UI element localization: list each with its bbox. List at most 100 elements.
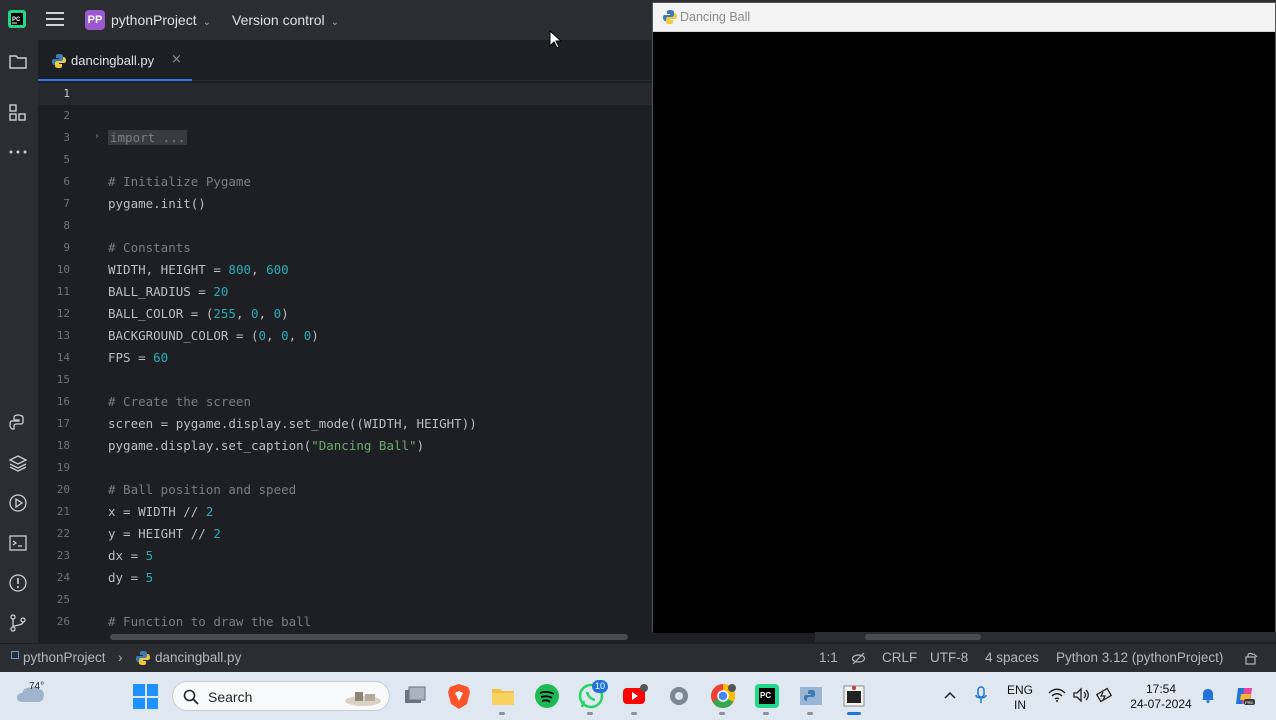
line-number: 12 (56, 307, 70, 320)
code-token: BALL_COLOR = ( (108, 306, 214, 321)
active-app-indicator (847, 712, 861, 715)
code-token: 60 (153, 350, 169, 365)
youtube-icon[interactable] (621, 682, 649, 710)
pygame-window[interactable]: Dancing Ball (652, 2, 1276, 633)
language-line1[interactable]: ENG (1004, 683, 1036, 697)
line-number: 5 (63, 153, 70, 166)
version-control-menu[interactable]: Version control ⌄ (232, 12, 339, 28)
python-app-icon[interactable] (797, 682, 825, 710)
problems-icon[interactable] (8, 573, 28, 593)
code-line: BALL_RADIUS = 20 (108, 281, 228, 303)
file-encoding[interactable]: UTF-8 (930, 650, 968, 665)
chevron-up-icon[interactable] (943, 689, 957, 701)
python-console-icon[interactable] (8, 413, 28, 433)
python-interpreter[interactable]: Python 3.12 (pythonProject) (1056, 650, 1223, 665)
breadcrumb-project[interactable]: pythonProject (23, 650, 106, 665)
line-ending[interactable]: CRLF (882, 650, 917, 665)
horizontal-scrollbar[interactable] (815, 632, 1276, 642)
project-badge[interactable]: PP (85, 10, 105, 30)
code-token: ) (311, 328, 319, 343)
more-icon[interactable] (8, 142, 28, 162)
pycharm-logo-icon[interactable]: PC (8, 10, 26, 28)
code-line: import ... (108, 127, 188, 149)
code-line: # Initialize Pygame (108, 174, 251, 189)
layers-icon[interactable] (8, 453, 28, 473)
code-token: BACKGROUND_COLOR = ( (108, 328, 259, 343)
code-token: 2 (213, 526, 221, 541)
chrome-icon[interactable] (709, 682, 737, 710)
running-indicator (631, 712, 637, 715)
line-number: 24 (56, 571, 70, 584)
brave-browser-icon[interactable] (445, 682, 473, 710)
battery-icon[interactable] (1096, 687, 1114, 703)
code-line: dx = 5 (108, 545, 153, 567)
pygame-canvas[interactable] (653, 33, 1275, 633)
code-line: screen = pygame.display.set_mode((WIDTH,… (108, 416, 477, 431)
close-icon[interactable]: × (171, 52, 182, 67)
breadcrumb-file[interactable]: dancingball.py (155, 650, 241, 665)
code-editor[interactable]: 1 2 3 5 6 7 8 9 10 11 12 13 14 15 16 17 … (38, 82, 652, 643)
clock-date[interactable]: 24-07-2024 (1126, 697, 1196, 711)
fold-expand-icon[interactable]: › (95, 131, 99, 142)
pycharm-taskbar-icon[interactable]: PC (753, 682, 781, 710)
copilot-icon[interactable]: PRE (1232, 684, 1256, 708)
code-token: 0 (251, 306, 259, 321)
terminal-icon[interactable] (8, 533, 28, 553)
code-line: WIDTH, HEIGHT = 800, 600 (108, 259, 289, 281)
git-icon[interactable] (8, 613, 28, 633)
code-line: pygame.display.set_caption("Dancing Ball… (108, 435, 424, 457)
folded-imports[interactable]: import ... (108, 130, 188, 145)
clock-time[interactable]: 17:54 (1126, 682, 1196, 696)
taskbar-search[interactable]: Search (172, 681, 390, 711)
code-line: BALL_COLOR = (255, 0, 0) (108, 303, 289, 325)
line-number: 18 (56, 439, 70, 452)
code-token: x = WIDTH // (108, 504, 206, 519)
run-icon[interactable] (8, 493, 28, 513)
code-line: # Create the screen (108, 394, 251, 409)
notification-bell-icon[interactable] (1201, 687, 1215, 703)
search-highlight-icon (345, 692, 381, 706)
svg-text:PC: PC (760, 691, 771, 700)
file-explorer-icon[interactable] (489, 682, 517, 710)
indent-setting[interactable]: 4 spaces (985, 650, 1039, 665)
code-line: # Constants (108, 240, 191, 255)
spotify-icon[interactable] (533, 682, 561, 710)
project-selector[interactable]: pythonProject ⌄ (111, 12, 211, 28)
inspection-off-icon[interactable] (851, 651, 866, 666)
pygame-title-bar[interactable]: Dancing Ball (653, 3, 1275, 32)
code-line: pygame.init() (108, 196, 206, 211)
pygame-window-taskbar-icon[interactable] (840, 682, 868, 710)
version-control-label: Version control (232, 12, 325, 28)
caret-position[interactable]: 1:1 (819, 650, 838, 665)
scrollbar-thumb[interactable] (865, 634, 981, 640)
folder-icon[interactable] (8, 52, 28, 72)
code-line: # Ball position and speed (108, 482, 297, 497)
settings-gear-icon[interactable] (665, 682, 693, 710)
code-line: # Function to draw the ball (108, 614, 312, 629)
mouse-cursor-icon (549, 30, 563, 49)
windows-start-icon[interactable] (133, 684, 158, 709)
lock-edit-icon[interactable] (1244, 651, 1259, 666)
code-token: , (235, 306, 251, 321)
main-menu-icon[interactable] (46, 12, 64, 28)
code-line: BACKGROUND_COLOR = (0, 0, 0) (108, 325, 319, 347)
tab-dancingball-py[interactable]: dancingball.py × (38, 40, 192, 81)
task-view-icon[interactable] (401, 682, 429, 710)
pygame-window-title: Dancing Ball (680, 10, 751, 24)
code-token: 0 (258, 328, 267, 343)
volume-icon[interactable] (1072, 687, 1090, 703)
code-token: BALL_RADIUS = (108, 284, 214, 299)
code-token: 2 (205, 504, 214, 519)
current-line-highlight (38, 83, 652, 105)
running-indicator (587, 712, 593, 715)
wifi-icon[interactable] (1048, 687, 1066, 703)
code-token: 600 (266, 262, 289, 277)
language-line2[interactable]: IN (1004, 698, 1036, 712)
code-token: 5 (145, 548, 154, 563)
structure-icon[interactable] (8, 102, 28, 122)
microphone-icon[interactable] (974, 686, 988, 704)
horizontal-scrollbar[interactable] (110, 634, 628, 640)
code-token: 0 (273, 306, 282, 321)
search-icon (183, 689, 199, 705)
svg-text:PC: PC (12, 17, 21, 23)
